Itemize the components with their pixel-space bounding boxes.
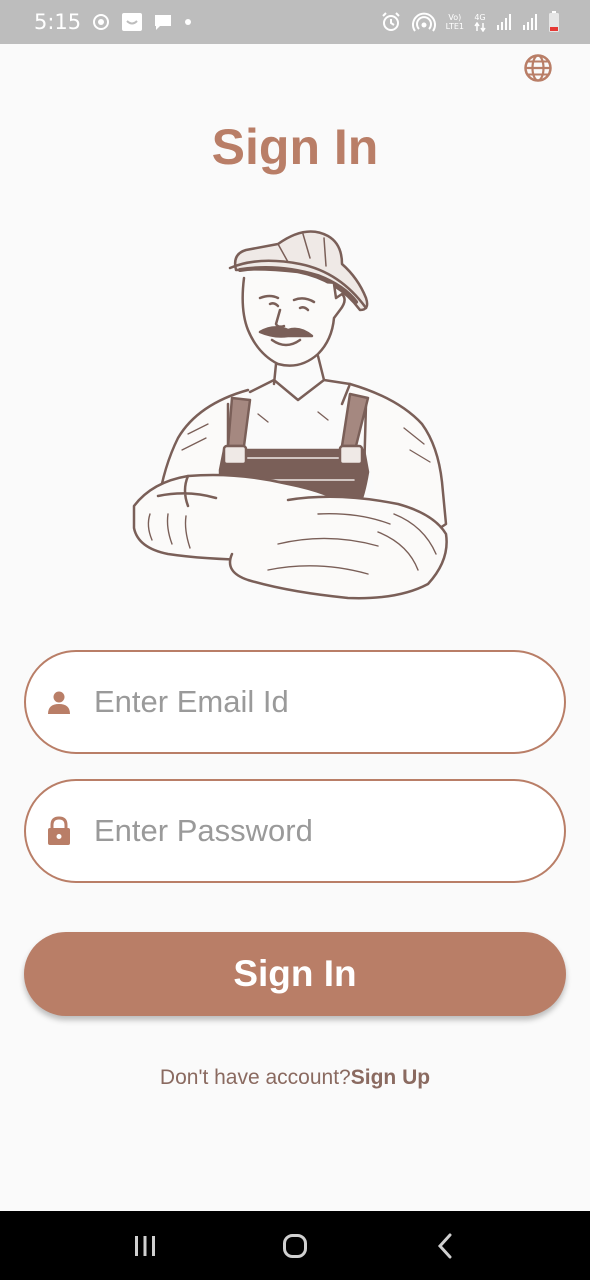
farmer-illustration: [128, 214, 458, 606]
page-title: Sign In: [211, 119, 379, 175]
status-left: 5:15: [34, 10, 193, 34]
data-arrows-icon: [474, 21, 486, 32]
signup-prompt: Don't have account?Sign Up: [0, 1066, 590, 1090]
network-type: Vo) LTE1: [446, 13, 464, 31]
sign-up-link[interactable]: Sign Up: [351, 1066, 430, 1089]
email-input[interactable]: [94, 684, 524, 720]
status-time: 5:15: [34, 10, 82, 34]
back-icon: [437, 1233, 452, 1258]
person-icon: [46, 689, 72, 715]
back-button[interactable]: [415, 1216, 475, 1276]
signal-icon: [496, 13, 512, 31]
signal-2-icon: [522, 13, 538, 31]
message-icon: [153, 12, 173, 32]
password-input[interactable]: [94, 813, 524, 849]
system-nav-bar: [0, 1211, 590, 1280]
home-button[interactable]: [265, 1216, 325, 1276]
language-button[interactable]: [522, 52, 554, 84]
smile-app-icon: [121, 12, 143, 32]
home-icon: [283, 1233, 307, 1258]
alarm-icon: [380, 11, 402, 33]
lock-icon: [46, 816, 72, 845]
sync-icon: [91, 12, 111, 32]
sign-in-button[interactable]: Sign In: [24, 932, 566, 1016]
status-right: Vo) LTE1 4G: [380, 11, 560, 33]
password-field[interactable]: [24, 779, 566, 883]
email-field[interactable]: [24, 650, 566, 754]
battery-icon: [548, 11, 560, 33]
hotspot-icon: [411, 11, 436, 33]
network-volte-label: Vo): [448, 13, 462, 22]
signup-prompt-text: Don't have account?: [159, 1066, 351, 1089]
globe-icon: [524, 54, 552, 82]
network-lte-label: LTE1: [445, 22, 464, 31]
recents-button[interactable]: [115, 1216, 175, 1276]
data-activity: 4G: [474, 13, 486, 32]
dot-icon: [183, 17, 193, 27]
status-bar: 5:15 Vo) LTE1 4G: [0, 0, 590, 44]
recents-icon: [135, 1235, 155, 1256]
network-gen-label: 4G: [474, 12, 486, 22]
